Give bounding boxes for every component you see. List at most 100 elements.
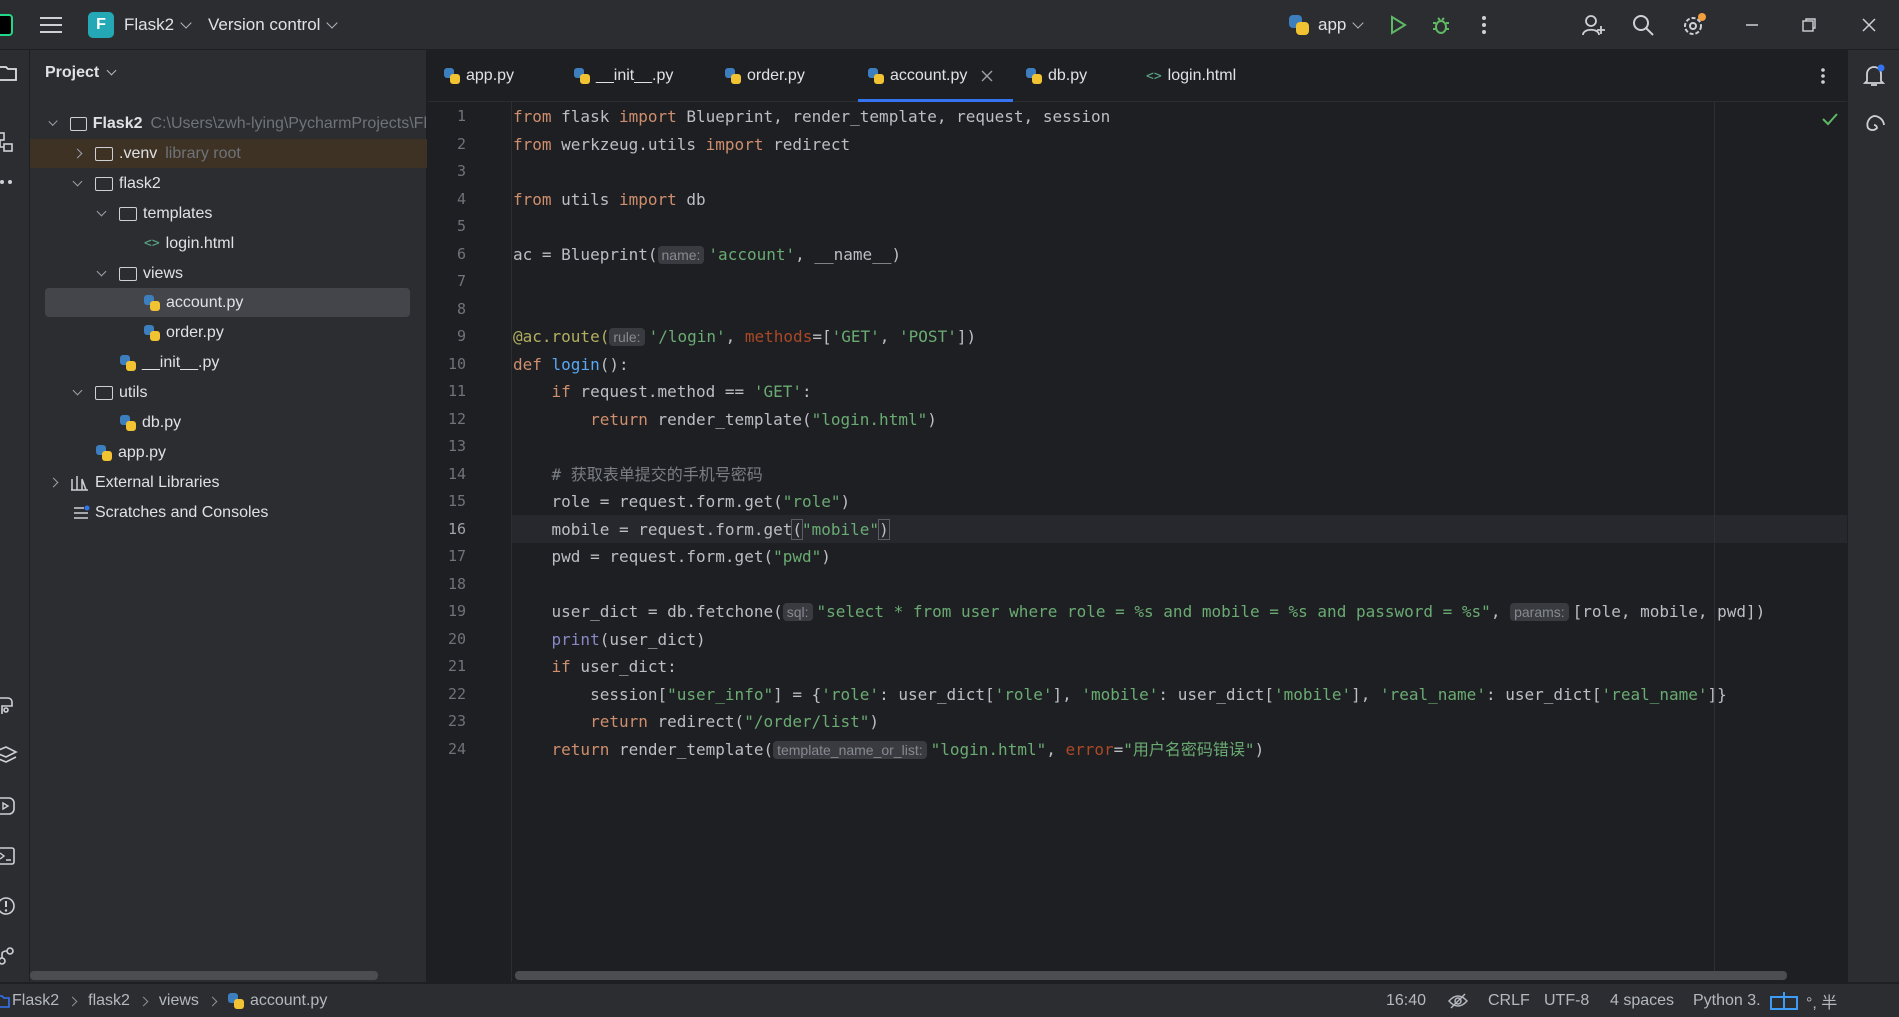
line-number[interactable]: 18 bbox=[428, 571, 466, 599]
line-number[interactable]: 1 bbox=[428, 103, 466, 131]
project-panel-scrollbar[interactable] bbox=[30, 971, 378, 980]
problems-button[interactable] bbox=[0, 896, 18, 916]
file-encoding[interactable]: UTF-8 bbox=[1544, 984, 1589, 1017]
caret-position[interactable]: 16:40 bbox=[1386, 984, 1426, 1017]
line-number[interactable]: 13 bbox=[428, 433, 466, 461]
line-number[interactable]: 5 bbox=[428, 213, 466, 241]
breadcrumb-item[interactable]: Flask2 bbox=[12, 992, 59, 1010]
line-number[interactable]: 6 bbox=[428, 241, 466, 269]
line-number[interactable]: 2 bbox=[428, 131, 466, 159]
line-number[interactable]: 3 bbox=[428, 158, 466, 186]
notifications-button[interactable] bbox=[1863, 64, 1885, 88]
tree-item-app-py[interactable]: app.py bbox=[30, 438, 427, 467]
tree-item-views[interactable]: views bbox=[30, 259, 427, 288]
minimize-button[interactable] bbox=[1745, 0, 1759, 50]
services-button[interactable] bbox=[0, 796, 18, 816]
ai-assistant-button[interactable] bbox=[1863, 114, 1885, 136]
run-config-selector[interactable]: app bbox=[1288, 0, 1365, 50]
tree-item-scratches[interactable]: Scratches and Consoles bbox=[30, 498, 427, 527]
line-number[interactable]: 10 bbox=[428, 351, 466, 379]
editor-horizontal-scrollbar[interactable] bbox=[515, 971, 1787, 980]
main-menu-button[interactable] bbox=[40, 0, 62, 50]
layers-button[interactable] bbox=[0, 746, 18, 766]
project-tool-button[interactable] bbox=[0, 64, 18, 82]
tree-item-utils[interactable]: utils bbox=[30, 378, 427, 407]
problems-icon bbox=[0, 897, 15, 915]
line-number[interactable]: 15 bbox=[428, 488, 466, 516]
line-number[interactable]: 11 bbox=[428, 378, 466, 406]
terminal-button[interactable] bbox=[0, 846, 18, 866]
tree-item-venv[interactable]: .venv library root bbox=[30, 139, 427, 168]
line-number[interactable]: 19 bbox=[428, 598, 466, 626]
line-number-gutter[interactable]: 1 2 3 4 5 6 7 8 9 10 11 12 13 14 15 16 17 18 19 20 21 22 23 24 bbox=[428, 102, 512, 982]
expand-arrow-icon[interactable] bbox=[72, 385, 83, 396]
inspections-button[interactable] bbox=[1448, 984, 1468, 1017]
settings-button[interactable] bbox=[1681, 0, 1707, 50]
expand-arrow-icon[interactable] bbox=[72, 176, 83, 187]
tree-item-label: Scratches and Consoles bbox=[95, 503, 269, 521]
expand-arrow-icon[interactable] bbox=[48, 477, 59, 488]
debug-button[interactable] bbox=[1431, 0, 1451, 50]
tree-item-init-py[interactable]: __init__.py bbox=[30, 348, 427, 377]
python-packages-button[interactable] bbox=[0, 696, 18, 716]
line-number[interactable]: 14 bbox=[428, 461, 466, 489]
line-number[interactable]: 21 bbox=[428, 653, 466, 681]
line-number[interactable]: 20 bbox=[428, 626, 466, 654]
vcs-button[interactable] bbox=[0, 946, 18, 966]
tree-item-account-py[interactable]: account.py bbox=[45, 288, 410, 317]
interpreter-selector[interactable]: Python 3. bbox=[1693, 984, 1761, 1017]
line-number[interactable]: 9 bbox=[428, 323, 466, 351]
code-editor[interactable]: from flask import Blueprint, render_temp… bbox=[513, 102, 1847, 972]
tree-item-order-py[interactable]: order.py bbox=[30, 318, 427, 347]
checkmark-icon[interactable] bbox=[1822, 112, 1838, 126]
tab-order-py[interactable]: order.py bbox=[725, 50, 805, 102]
expand-arrow-icon[interactable] bbox=[72, 148, 83, 159]
expand-arrow-icon[interactable] bbox=[96, 206, 107, 217]
line-number[interactable]: 17 bbox=[428, 543, 466, 571]
expand-arrow-icon[interactable] bbox=[96, 266, 107, 277]
tab-label: __init__.py bbox=[596, 67, 674, 84]
tree-item-root[interactable]: Flask2 C:\Users\zwh-lying\PycharmProject… bbox=[30, 109, 427, 138]
indent-setting[interactable]: 4 spaces bbox=[1610, 984, 1674, 1017]
line-number[interactable]: 4 bbox=[428, 186, 466, 214]
version-control-menu[interactable]: Version control bbox=[208, 0, 339, 50]
code-line-24: return render_template(template_name_or_… bbox=[513, 739, 1265, 759]
app-logo-icon[interactable] bbox=[0, 0, 14, 50]
tree-item-db-py[interactable]: db.py bbox=[30, 408, 427, 437]
line-number[interactable]: 12 bbox=[428, 406, 466, 434]
tab-account-py[interactable]: account.py bbox=[857, 50, 1014, 102]
code-with-me-button[interactable] bbox=[1582, 0, 1606, 50]
more-actions-button[interactable] bbox=[1481, 0, 1487, 50]
tree-item-login-html[interactable]: <> login.html bbox=[30, 229, 427, 258]
tree-item-label: Flask2 bbox=[92, 114, 143, 132]
structure-tool-button[interactable] bbox=[0, 132, 18, 152]
tab-init-py[interactable]: __init__.py bbox=[574, 50, 673, 102]
line-separator[interactable]: CRLF bbox=[1488, 984, 1530, 1017]
close-window-button[interactable] bbox=[1862, 0, 1876, 50]
keyboard-icon bbox=[1770, 992, 1798, 1010]
run-button[interactable] bbox=[1389, 0, 1407, 50]
more-tools-button[interactable] bbox=[0, 178, 18, 186]
search-everywhere-button[interactable] bbox=[1632, 0, 1654, 50]
tab-db-py[interactable]: db.py bbox=[1026, 50, 1087, 102]
tree-item-external-libraries[interactable]: External Libraries bbox=[30, 468, 427, 497]
close-tab-icon[interactable] bbox=[981, 70, 993, 82]
line-number[interactable]: 22 bbox=[428, 681, 466, 709]
project-panel-header[interactable]: Project bbox=[45, 64, 117, 82]
line-number[interactable]: 23 bbox=[428, 708, 466, 736]
line-number[interactable]: 8 bbox=[428, 296, 466, 324]
line-number[interactable]: 24 bbox=[428, 736, 466, 764]
breadcrumb-item[interactable]: flask2 bbox=[88, 992, 130, 1010]
breadcrumb-item[interactable]: views bbox=[159, 992, 199, 1010]
expand-arrow-icon[interactable] bbox=[48, 116, 58, 127]
project-switcher[interactable]: F Flask2 bbox=[88, 0, 192, 50]
line-number[interactable]: 16 bbox=[428, 516, 466, 544]
tree-item-templates[interactable]: templates bbox=[30, 199, 427, 228]
restore-button[interactable] bbox=[1802, 0, 1816, 50]
tab-login-html[interactable]: <> login.html bbox=[1146, 50, 1236, 102]
tree-item-flask2[interactable]: flask2 bbox=[30, 169, 427, 198]
tab-options-button[interactable] bbox=[1820, 50, 1826, 102]
breadcrumb-item[interactable]: account.py bbox=[250, 992, 327, 1010]
tab-app-py[interactable]: app.py bbox=[444, 50, 514, 102]
line-number[interactable]: 7 bbox=[428, 268, 466, 296]
